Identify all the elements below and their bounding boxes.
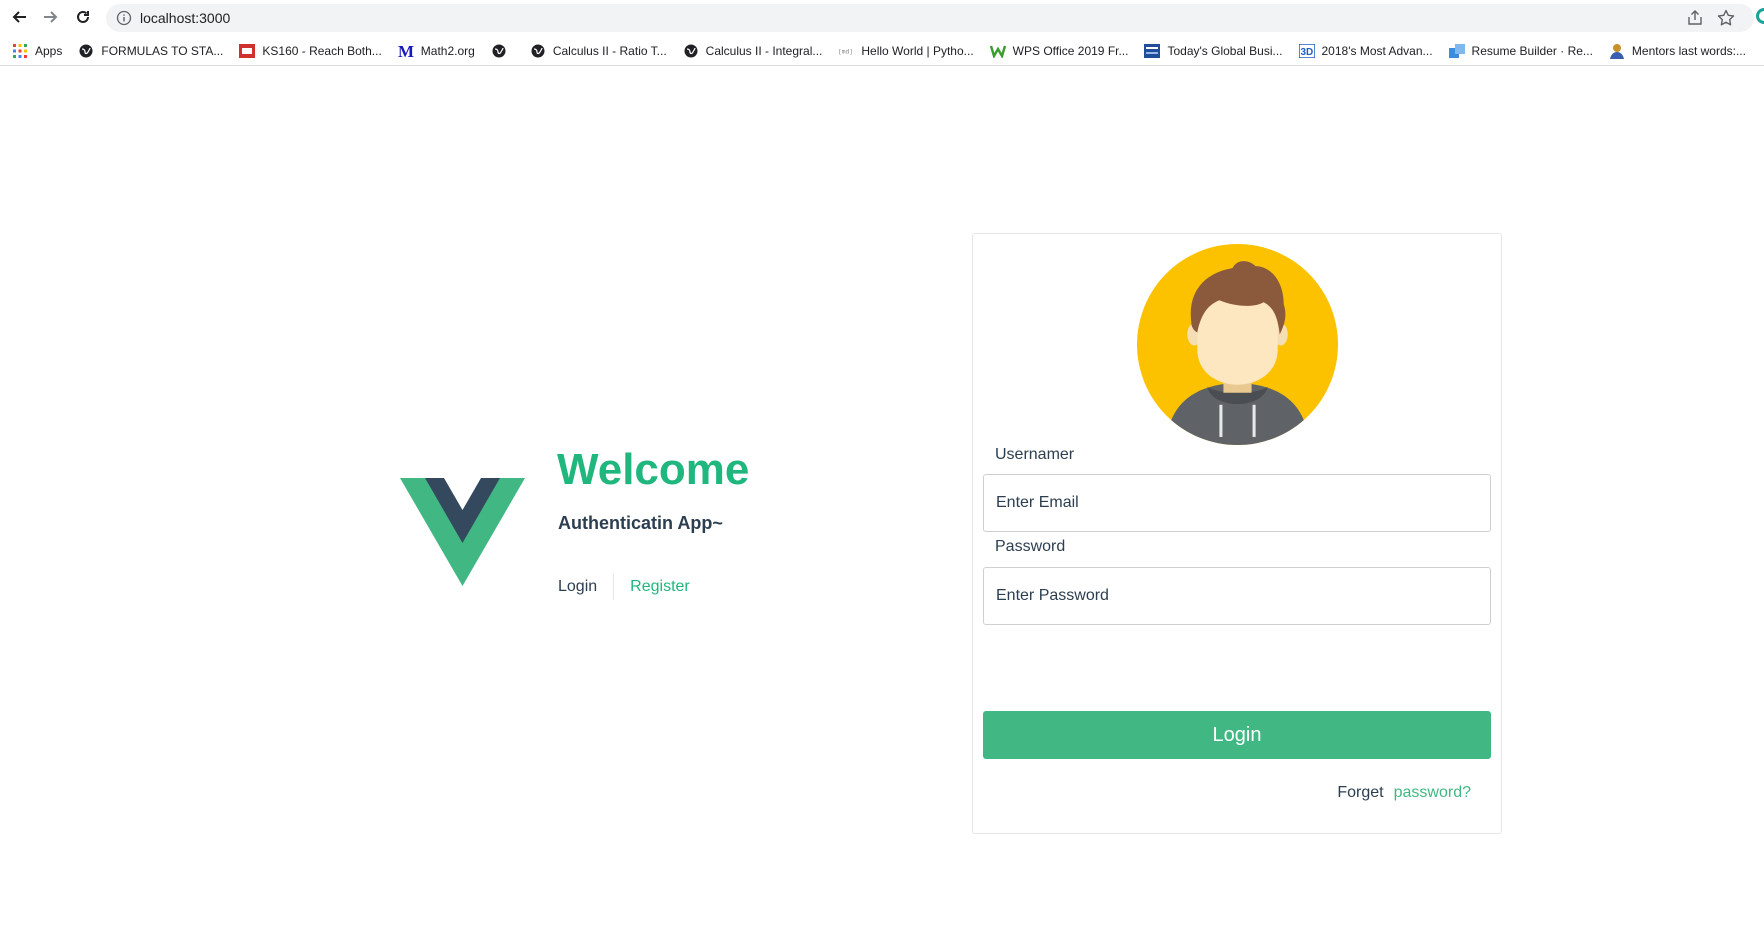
extension-icon[interactable] (1756, 8, 1764, 24)
forgot-password-row: Forget password? (1337, 783, 1471, 803)
bookmark-label: Calculus II - Integral... (705, 43, 823, 58)
globe-icon (683, 43, 699, 59)
math2-m-icon: M (398, 43, 414, 59)
bookmark-label: FORMULAS TO STA... (101, 43, 224, 58)
bookmark-label: 2018's Most Advan... (1321, 43, 1433, 58)
mentor-icon (1609, 43, 1625, 59)
bookmark-most-advanced[interactable]: 3D 2018's Most Advan... (1298, 39, 1433, 63)
user-avatar-icon (1137, 244, 1338, 445)
bookmark-math2[interactable]: M Math2.org (398, 39, 475, 63)
reload-icon[interactable] (72, 6, 94, 28)
share-icon[interactable] (1686, 9, 1704, 27)
3d-icon: 3D (1298, 43, 1315, 59)
hero-subtitle: Authenticatin App~ (558, 513, 723, 533)
bookmark-label: WPS Office 2019 Fr... (1012, 43, 1129, 58)
bookmark-resume-builder[interactable]: Resume Builder · Re... (1448, 39, 1593, 63)
vue-logo-icon (400, 478, 525, 586)
globe-icon (530, 43, 546, 59)
login-card: Usernamer Password Login Forget password… (972, 233, 1502, 834)
hero-nav: Login Register (558, 574, 690, 600)
nav-register-link[interactable]: Register (614, 576, 690, 598)
bookmark-label: Math2.org (420, 43, 475, 58)
password-label: Password (995, 538, 1066, 555)
bookmark-hello-world[interactable]: [md] Hello World | Pytho... (838, 39, 973, 63)
hero-title: Welcome (557, 445, 750, 494)
nav-login-link[interactable]: Login (558, 576, 613, 598)
forgot-password-link[interactable]: password? (1394, 783, 1471, 803)
bookmark-globe[interactable] (491, 39, 514, 63)
site-info-icon[interactable] (116, 10, 132, 26)
bookmark-label: Apps (35, 43, 63, 58)
bookmark-label: Hello World | Pytho... (861, 43, 974, 58)
address-bar[interactable]: localhost:3000 (106, 4, 1754, 32)
password-input[interactable] (983, 567, 1491, 625)
bookmark-formulas[interactable]: FORMULAS TO STA... (78, 39, 223, 63)
svg-text:M: M (398, 43, 414, 59)
bookmark-label: Calculus II - Ratio T... (552, 43, 667, 58)
login-submit-button[interactable]: Login (983, 711, 1491, 759)
ks160-icon (239, 43, 256, 59)
apps-grid-icon (12, 43, 28, 59)
bookmark-label: Today's Global Busi... (1167, 43, 1283, 58)
username-label: Usernamer (995, 446, 1075, 463)
bookmark-global-business[interactable]: Today's Global Busi... (1144, 39, 1283, 63)
svg-text:[md]: [md] (838, 48, 853, 55)
back-arrow-icon[interactable] (8, 6, 30, 28)
browser-toolbar: localhost:3000 (0, 0, 1764, 33)
bookmark-label: Resume Builder · Re... (1471, 43, 1593, 58)
bookmark-calculus-integral[interactable]: Calculus II - Integral... (683, 39, 823, 63)
wps-icon (989, 43, 1006, 59)
md-icon: [md] (838, 43, 854, 59)
forward-arrow-icon[interactable] (40, 6, 62, 28)
email-input[interactable] (983, 474, 1491, 532)
svg-text:3D: 3D (1300, 47, 1313, 58)
news-icon (1144, 43, 1161, 59)
bookmark-mentors[interactable]: Mentors last words:... (1609, 39, 1746, 63)
globe-icon (491, 43, 507, 59)
url-text: localhost:3000 (140, 10, 231, 26)
bookmark-star-icon[interactable] (1716, 8, 1736, 28)
resume-icon (1448, 43, 1465, 59)
globe-icon (78, 43, 94, 59)
bookmark-ks160[interactable]: KS160 - Reach Both... (239, 39, 382, 63)
bookmark-label: Mentors last words:... (1631, 43, 1746, 58)
bookmarks-bar: Apps FORMULAS TO STA... KS160 - Reach Bo… (0, 36, 1764, 66)
bookmark-wps[interactable]: WPS Office 2019 Fr... (989, 39, 1129, 63)
bookmark-apps[interactable]: Apps (12, 39, 62, 63)
forget-text: Forget (1337, 784, 1384, 801)
bookmark-calculus-ratio[interactable]: Calculus II - Ratio T... (530, 39, 667, 63)
bookmark-label: KS160 - Reach Both... (262, 43, 382, 58)
